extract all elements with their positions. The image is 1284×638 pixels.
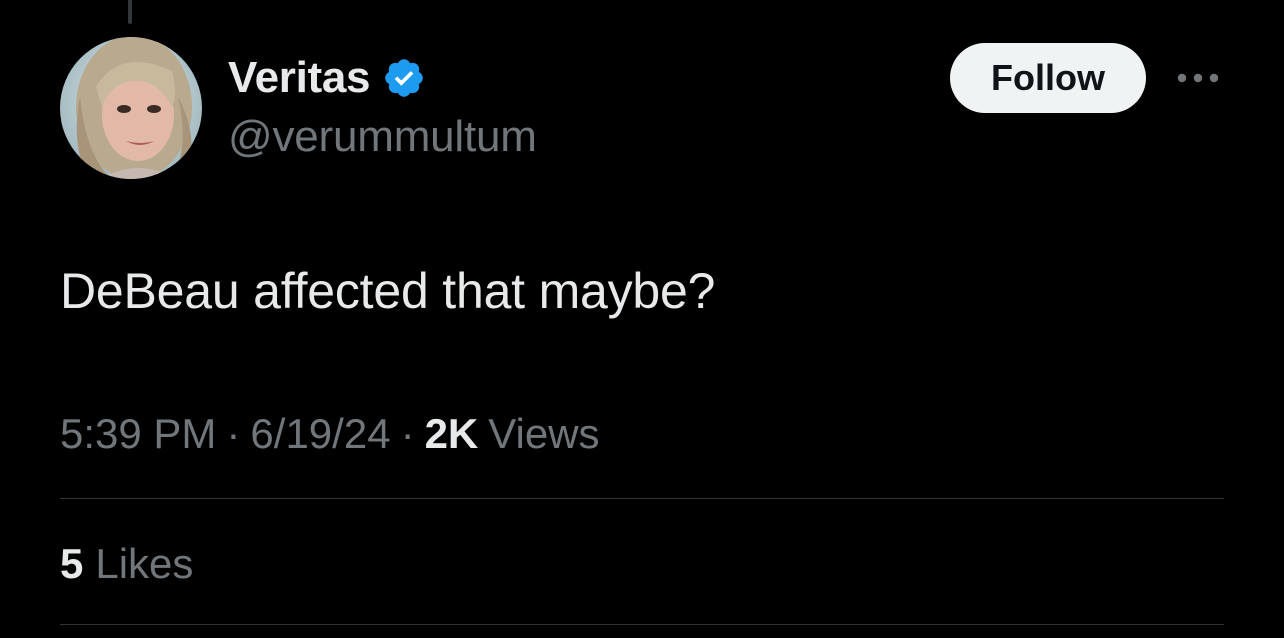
verified-badge-icon <box>382 56 426 100</box>
views-count: 2K <box>424 410 479 457</box>
likes-label: Likes <box>95 540 194 587</box>
more-dots-icon <box>1177 73 1219 83</box>
divider <box>60 498 1224 499</box>
tweet-date[interactable]: 6/19/24 <box>250 410 390 458</box>
meta-separator: · <box>226 410 241 457</box>
divider <box>60 624 1224 625</box>
likes-link[interactable]: 5 Likes <box>60 540 193 588</box>
tweet-metadata: 5:39 PM · 6/19/24 · 2K Views <box>60 410 600 458</box>
avatar-image <box>60 37 202 179</box>
views-label: Views <box>488 410 600 457</box>
follow-button[interactable]: Follow <box>950 43 1146 113</box>
tweet-text: DeBeau affected that maybe? <box>60 263 716 319</box>
avatar[interactable] <box>60 37 202 179</box>
author-name-row: Veritas <box>228 52 426 104</box>
more-options-button[interactable] <box>1170 58 1226 98</box>
meta-separator: · <box>400 410 415 457</box>
likes-count: 5 <box>60 540 84 587</box>
author-display-name[interactable]: Veritas <box>228 53 371 103</box>
thread-connector-line <box>128 0 132 24</box>
author-handle[interactable]: @verummultum <box>228 112 537 162</box>
tweet-time[interactable]: 5:39 PM <box>60 410 216 458</box>
